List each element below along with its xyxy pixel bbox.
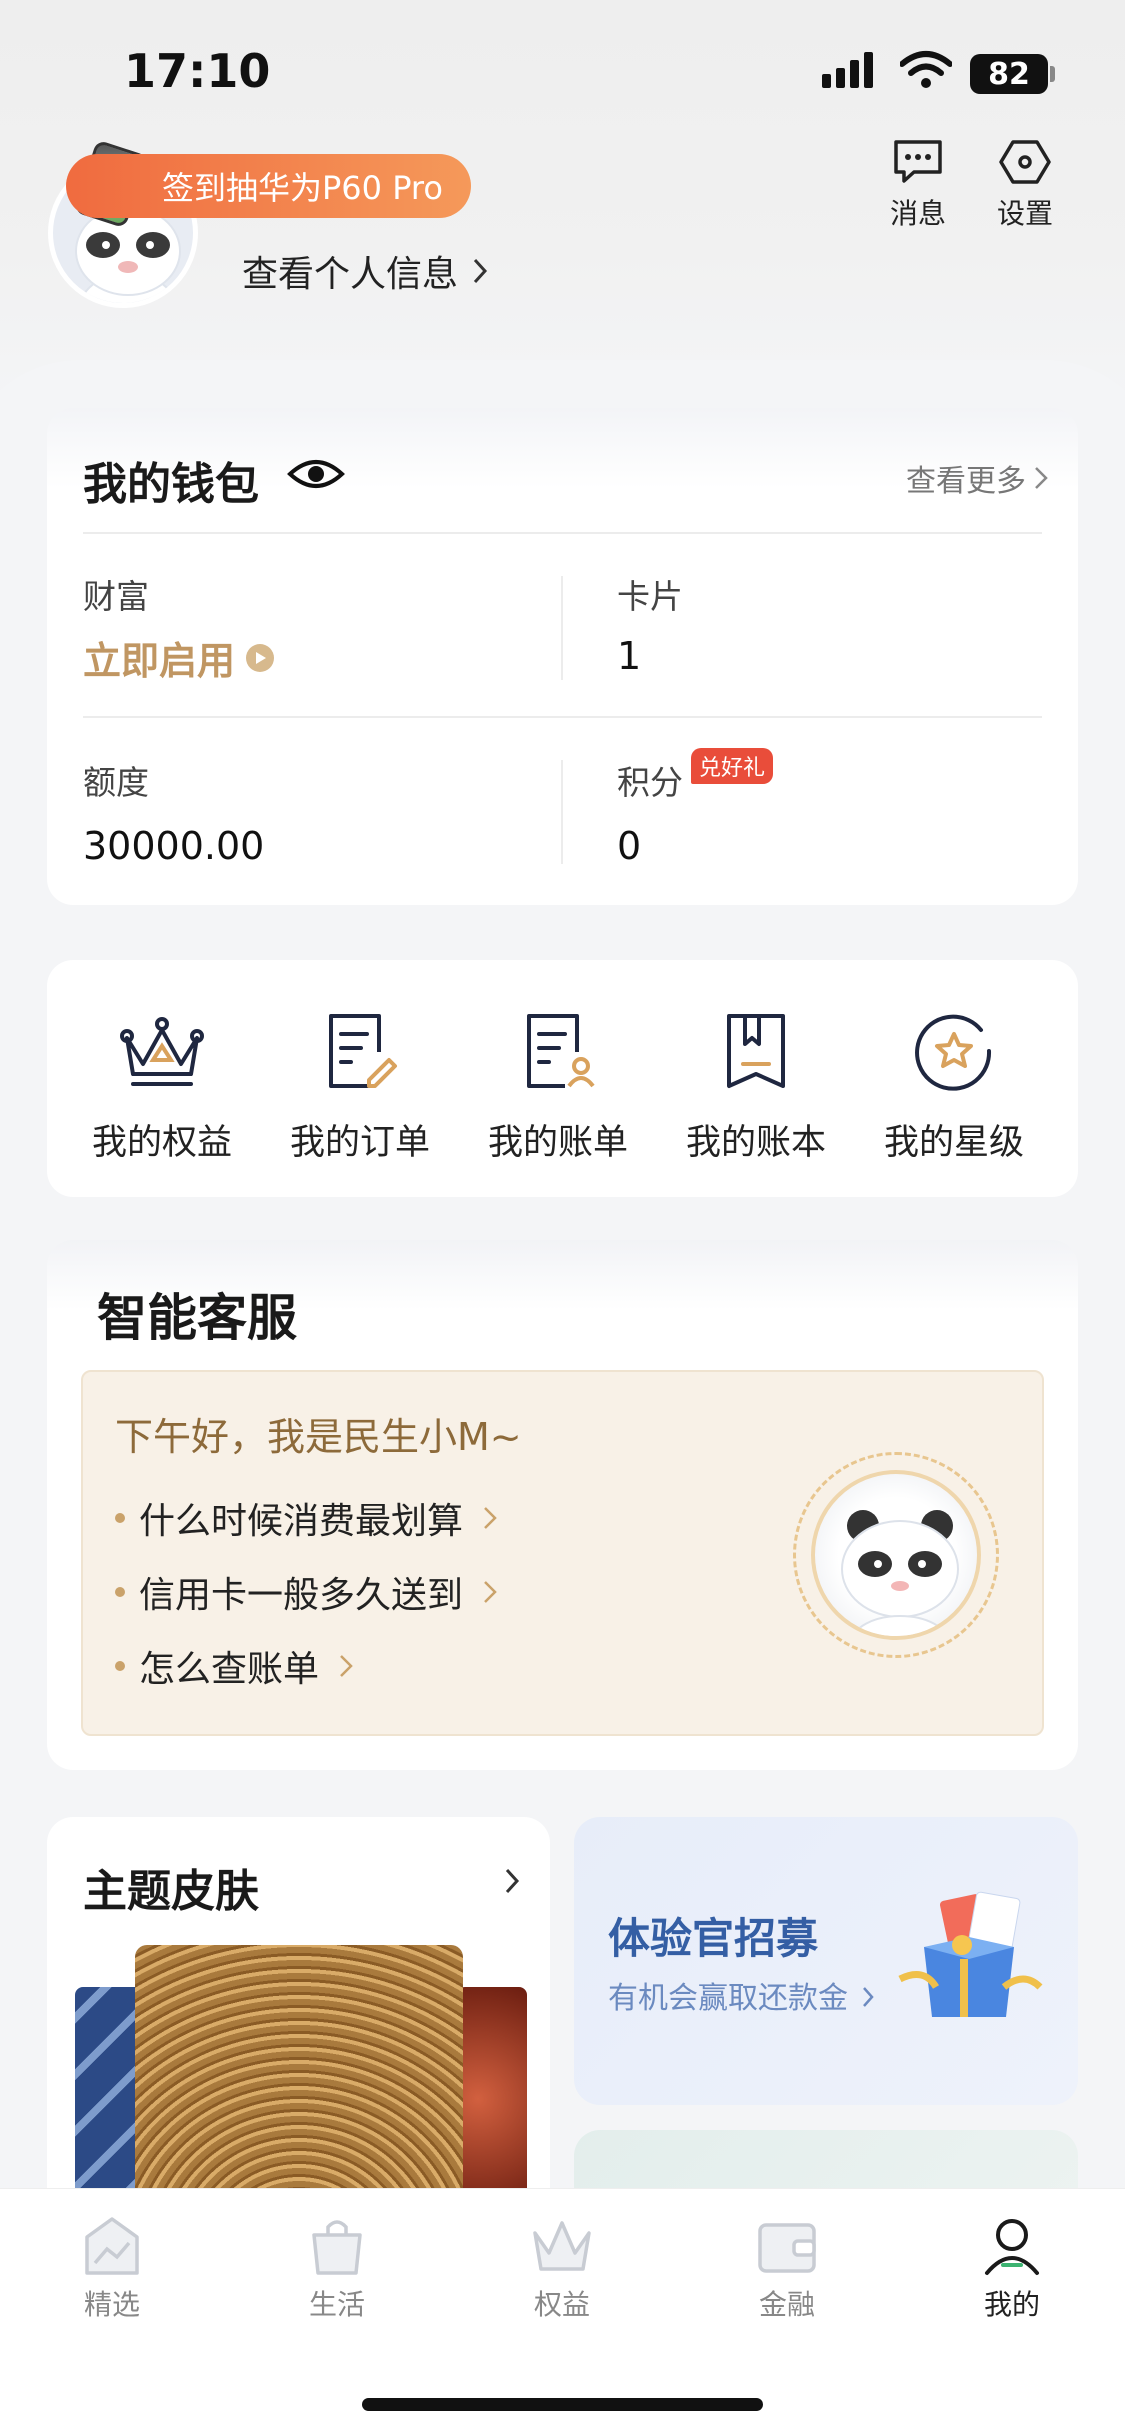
points-value: 0 bbox=[617, 824, 642, 868]
shortcut-bills[interactable]: 我的账单 bbox=[463, 1008, 653, 1165]
shortcut-label: 我的权益 bbox=[91, 1123, 232, 1163]
crown-icon bbox=[120, 1017, 204, 1086]
chevron-right-icon bbox=[473, 258, 488, 284]
panda-assistant-icon bbox=[841, 1510, 959, 1636]
question-text: 怎么查账单 bbox=[139, 1649, 320, 1690]
theme-skin-card[interactable]: 主题皮肤 bbox=[47, 1817, 550, 2237]
divider bbox=[561, 760, 563, 864]
messages-label: 消息 bbox=[890, 197, 947, 230]
home-indicator bbox=[362, 2398, 763, 2411]
view-profile-link[interactable]: 查看个人信息 bbox=[242, 245, 488, 297]
tab-me[interactable]: 我的 bbox=[932, 2213, 1092, 2323]
recruit-title: 体验官招募 bbox=[608, 1914, 819, 1963]
service-question[interactable]: 什么时候消费最划算 bbox=[115, 1492, 497, 1544]
tab-finance[interactable]: 金融 bbox=[707, 2213, 867, 2323]
chevron-right-icon bbox=[340, 1655, 353, 1677]
shortcut-label: 我的订单 bbox=[289, 1123, 430, 1163]
settings-label: 设置 bbox=[997, 197, 1054, 230]
points-label: 积分 bbox=[617, 763, 683, 802]
settings-button[interactable]: 设置 bbox=[997, 138, 1053, 232]
status-bar: 17:10 82 bbox=[0, 0, 1125, 140]
gift-box-icon bbox=[898, 1891, 1043, 2017]
question-text: 信用卡一般多久送到 bbox=[139, 1575, 464, 1616]
cellular-signal-icon bbox=[822, 52, 873, 88]
tab-label: 权益 bbox=[533, 2288, 590, 2321]
limit-value: 30000.00 bbox=[83, 824, 265, 868]
wallet-more-label: 查看更多 bbox=[906, 464, 1026, 499]
star-level-icon bbox=[915, 1014, 992, 1091]
recruit-subtitle: 有机会赢取还款金 bbox=[608, 1973, 874, 2017]
shortcut-star-level[interactable]: 我的星级 bbox=[859, 1008, 1049, 1165]
chevron-right-icon bbox=[505, 1868, 520, 1894]
shortcuts-card: 我的权益 我的订单 我的账单 我的账本 我的星级 bbox=[47, 960, 1078, 1197]
ledger-icon bbox=[727, 1014, 785, 1088]
tab-label: 我的 bbox=[983, 2288, 1040, 2321]
shortcut-label: 我的账本 bbox=[685, 1123, 826, 1163]
service-question[interactable]: 怎么查账单 bbox=[115, 1640, 353, 1692]
wallet-card: 我的钱包 查看更多 财富 立即启用 卡片 1 额度 30000.00 积分 兑好… bbox=[47, 408, 1078, 905]
chevron-right-icon bbox=[484, 1507, 497, 1529]
service-greeting: 下午好，我是民生小M~ bbox=[115, 1415, 522, 1459]
play-circle-icon bbox=[246, 643, 275, 672]
bullet bbox=[115, 1587, 125, 1597]
chevron-right-icon bbox=[1035, 467, 1048, 489]
chevron-right-icon bbox=[862, 1987, 874, 2007]
wealth-enable-link[interactable]: 立即启用 bbox=[83, 630, 275, 685]
benefits-icon bbox=[533, 2221, 591, 2271]
shortcut-orders[interactable]: 我的订单 bbox=[265, 1008, 455, 1165]
tab-label: 金融 bbox=[758, 2288, 815, 2321]
service-question[interactable]: 信用卡一般多久送到 bbox=[115, 1566, 497, 1618]
tab-label: 生活 bbox=[308, 2288, 365, 2321]
featured-icon bbox=[85, 2217, 139, 2275]
service-panel: 下午好，我是民生小M~ 什么时候消费最划算 信用卡一般多久送到 怎么查账单 bbox=[81, 1370, 1044, 1736]
checkin-promo-button[interactable]: 签到抽华为P60 Pro bbox=[66, 154, 471, 218]
eye-icon[interactable] bbox=[287, 456, 345, 492]
me-icon bbox=[985, 2219, 1039, 2275]
finance-icon bbox=[758, 2223, 816, 2273]
bullet bbox=[115, 1513, 125, 1523]
battery-cap bbox=[1050, 66, 1055, 82]
service-title: 智能客服 bbox=[97, 1289, 297, 1347]
tab-benefits[interactable]: 权益 bbox=[482, 2213, 642, 2323]
tab-featured[interactable]: 精选 bbox=[32, 2213, 192, 2323]
recruit-subtitle-text: 有机会赢取还款金 bbox=[608, 1981, 848, 2016]
assistant-avatar[interactable] bbox=[793, 1452, 999, 1658]
card-label: 卡片 bbox=[617, 577, 683, 616]
wealth-label: 财富 bbox=[83, 577, 149, 616]
tab-label: 精选 bbox=[83, 2288, 140, 2321]
recruit-banner[interactable]: 体验官招募 有机会赢取还款金 bbox=[574, 1817, 1078, 2105]
status-time: 17:10 bbox=[124, 44, 271, 98]
wallet-more-link[interactable]: 查看更多 bbox=[906, 456, 1048, 500]
points-badge: 兑好礼 bbox=[691, 748, 774, 784]
limit-label: 额度 bbox=[83, 763, 149, 802]
settings-icon bbox=[999, 140, 1051, 184]
card-value: 1 bbox=[617, 634, 642, 678]
wealth-value: 立即启用 bbox=[83, 639, 236, 683]
battery-indicator: 82 bbox=[970, 54, 1048, 94]
shortcut-benefits[interactable]: 我的权益 bbox=[67, 1008, 257, 1165]
shortcut-ledger[interactable]: 我的账本 bbox=[661, 1008, 851, 1165]
life-icon bbox=[312, 2220, 362, 2275]
theme-title: 主题皮肤 bbox=[83, 1866, 259, 1917]
message-icon bbox=[894, 140, 942, 183]
tab-life[interactable]: 生活 bbox=[257, 2213, 417, 2323]
messages-button[interactable]: 消息 bbox=[890, 138, 946, 232]
bill-icon bbox=[527, 1014, 595, 1088]
shortcut-label: 我的账单 bbox=[487, 1123, 628, 1163]
wifi-icon bbox=[900, 51, 952, 88]
wallet-title: 我的钱包 bbox=[83, 459, 259, 510]
divider bbox=[561, 576, 563, 680]
smart-service-card: 智能客服 下午好，我是民生小M~ 什么时候消费最划算 信用卡一般多久送到 怎么查… bbox=[47, 1240, 1078, 1770]
view-profile-label: 查看个人信息 bbox=[242, 254, 459, 295]
shortcut-label: 我的星级 bbox=[883, 1123, 1024, 1163]
chevron-right-icon bbox=[484, 1581, 497, 1603]
divider bbox=[83, 532, 1042, 534]
question-text: 什么时候消费最划算 bbox=[139, 1501, 464, 1542]
order-icon bbox=[329, 1014, 397, 1088]
bullet bbox=[115, 1661, 125, 1671]
divider bbox=[83, 716, 1042, 718]
